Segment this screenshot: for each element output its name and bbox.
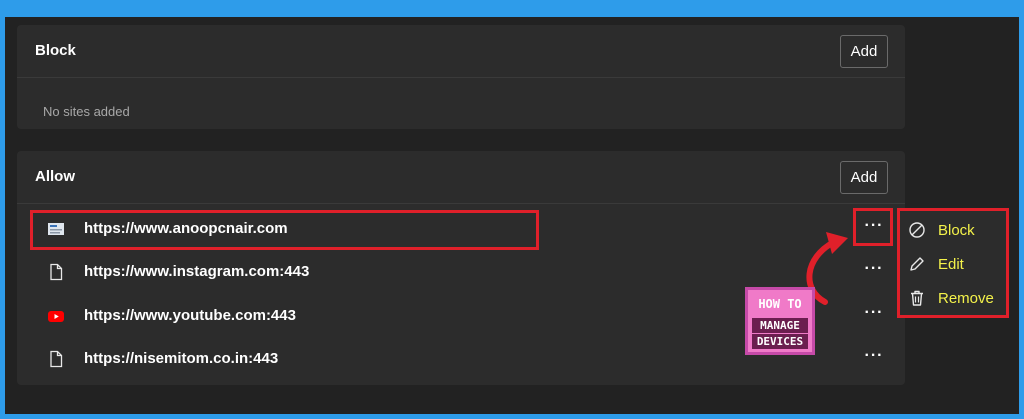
menu-label-remove: Remove bbox=[938, 290, 994, 307]
block-title: Block bbox=[35, 42, 76, 59]
menu-item-block[interactable]: Block bbox=[908, 217, 1004, 245]
block-add-button[interactable]: Add bbox=[840, 35, 888, 68]
allow-panel-header: Allow Add bbox=[17, 151, 905, 204]
more-options-button[interactable]: ··· bbox=[861, 260, 887, 282]
block-panel: Block Add No sites added bbox=[17, 25, 905, 129]
logo-line-1: HOW TO bbox=[758, 297, 802, 311]
more-options-button[interactable]: ··· bbox=[861, 304, 887, 326]
logo-line-2: MANAGE bbox=[752, 318, 808, 333]
block-icon bbox=[908, 221, 926, 239]
site-url: https://www.instagram.com:443 bbox=[84, 263, 310, 280]
menu-item-remove[interactable]: Remove bbox=[908, 285, 1004, 313]
menu-item-edit[interactable]: Edit bbox=[908, 251, 1004, 279]
pencil-icon bbox=[908, 255, 926, 273]
block-panel-header: Block Add bbox=[17, 25, 905, 78]
logo-line-3: DEVICES bbox=[752, 334, 808, 349]
menu-label-edit: Edit bbox=[938, 256, 964, 273]
allow-add-button[interactable]: Add bbox=[840, 161, 888, 194]
allow-title: Allow bbox=[35, 168, 75, 185]
how-to-manage-devices-logo: HOW TO MANAGE DEVICES bbox=[745, 287, 815, 355]
site-url: https://nisemitom.co.in:443 bbox=[84, 350, 279, 367]
block-empty-text: No sites added bbox=[43, 104, 130, 119]
more-options-button[interactable]: ··· bbox=[861, 347, 887, 369]
file-icon bbox=[47, 350, 65, 368]
context-menu: Block Edit Remove bbox=[897, 208, 1009, 318]
highlight-box-url bbox=[30, 210, 539, 250]
trash-icon bbox=[908, 289, 926, 307]
site-url: https://www.youtube.com:443 bbox=[84, 307, 296, 324]
file-icon bbox=[47, 263, 65, 281]
youtube-icon bbox=[47, 307, 65, 325]
menu-label-block: Block bbox=[938, 222, 975, 239]
